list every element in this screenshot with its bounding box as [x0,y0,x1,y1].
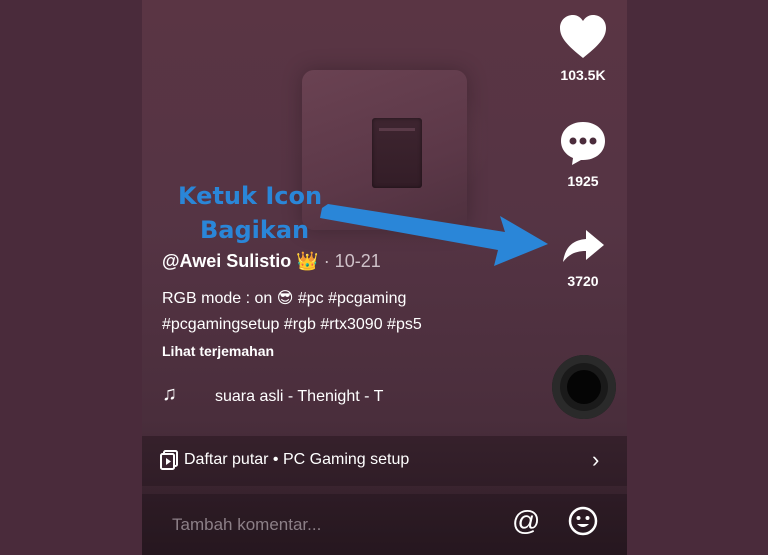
heart-icon [560,15,606,58]
caption-line2: #pcgamingsetup #rgb #rtx3090 #ps5 [162,316,422,333]
annotation-line2: Bagikan [200,216,310,244]
like-count: 103.5K [560,67,606,83]
post-caption: RGB mode : on 😎 #pc #pcgaming #pcgamings… [162,286,482,338]
comment-input[interactable] [170,514,454,536]
music-disc-center [567,370,601,404]
chevron-right-icon[interactable]: › [592,447,599,473]
emoji-icon[interactable] [567,505,599,537]
username[interactable]: @Awei Sulistio [162,251,291,271]
music-label[interactable]: suara asli - Thenight - T [215,388,383,406]
comment-icon [561,122,605,165]
crown-emoji: 👑 [296,251,319,271]
post-date: · 10-21 [318,251,381,271]
video-switch-line [379,128,415,131]
comment-button[interactable]: 1925 [553,120,613,189]
annotation-line1: Ketuk Icon [178,182,323,210]
comment-count: 1925 [567,173,599,189]
share-button[interactable]: 3720 [553,226,613,289]
post-author[interactable]: @Awei Sulistio 👑 · 10-21 [162,251,381,272]
translate-link[interactable]: Lihat terjemahan [162,343,274,359]
music-note-icon: ♫ [162,383,177,405]
caption-line1: RGB mode : on 😎 #pc #pcgaming [162,290,407,307]
mention-icon[interactable]: @ [512,505,540,537]
like-button[interactable]: 103.5K [553,14,613,83]
share-count: 3720 [567,273,599,289]
left-backdrop [0,0,142,555]
right-backdrop [627,0,768,555]
playlist-icon [160,450,178,470]
playlist-label[interactable]: Daftar putar • PC Gaming setup [184,451,409,469]
share-icon [563,230,604,262]
